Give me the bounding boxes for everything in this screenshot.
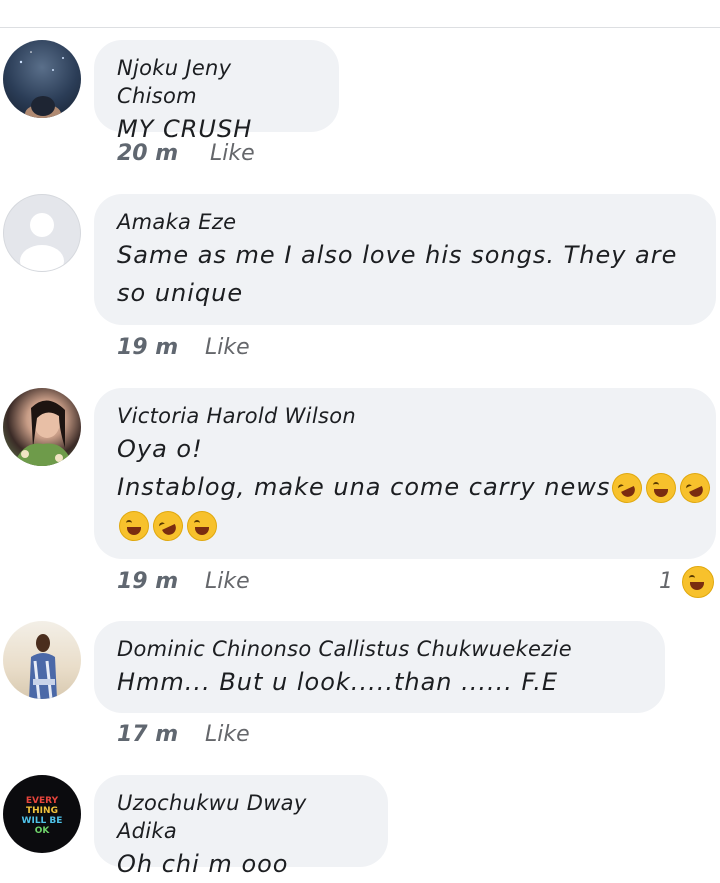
comment-text-line: Same as me I also love his songs. They a… [117, 241, 678, 269]
avatar-text: WILL BE [22, 816, 63, 826]
like-button[interactable]: Like [205, 569, 250, 594]
comment-text-line: Instablog, make una come carry news [117, 468, 716, 508]
joy-emoji-icon [187, 511, 217, 541]
comment-bubble: Njoku Jeny Chisom MY CRUSH [94, 40, 339, 143]
comment-author[interactable]: Dominic Chinonso Callistus Chukwuekezie [117, 635, 642, 663]
joy-emoji-icon [119, 511, 149, 541]
profile-photo-icon [29, 634, 57, 699]
avatar[interactable]: EVERY THING WILL BE OK [3, 775, 81, 853]
avatar[interactable] [3, 388, 81, 466]
profile-photo-icon [19, 51, 64, 118]
comment-text: Oh chi m ooo [117, 850, 289, 878]
avatar-text: THING [26, 806, 58, 816]
comment-bubble: Dominic Chinonso Callistus Chukwuekezie … [94, 621, 665, 713]
profile-photo-icon: EVERY THING WILL BE OK [22, 796, 63, 836]
top-divider [0, 27, 720, 28]
reaction-summary[interactable]: 1 [659, 566, 716, 598]
comment-author[interactable]: Victoria Harold Wilson [117, 402, 693, 430]
avatar[interactable] [3, 40, 81, 118]
comment-text-line: Oya o! [117, 435, 203, 463]
haha-reaction-icon [682, 566, 714, 598]
comment-emoji-line [117, 506, 693, 546]
comment-author[interactable]: Amaka Eze [117, 208, 693, 236]
comment-time[interactable]: 19 m [117, 569, 178, 594]
comment-text-line: so unique [117, 279, 244, 307]
like-button[interactable]: Like [205, 722, 250, 747]
comment-author[interactable]: Uzochukwu Dway Adika [117, 789, 365, 845]
avatar[interactable] [3, 621, 81, 699]
comment-text: Hmm... But u look.....than ...... F.E [117, 668, 559, 696]
comment-time[interactable]: 19 m [117, 335, 178, 360]
avatar-text: EVERY [26, 796, 59, 806]
profile-photo-icon [13, 400, 73, 466]
comment-meta: 19 m Like [117, 569, 250, 594]
avatar[interactable] [3, 194, 81, 272]
comment-meta: 20 m Like [117, 141, 255, 166]
comment-bubble: Victoria Harold Wilson Oya o! Instablog,… [94, 388, 716, 559]
avatar-text: OK [35, 826, 51, 836]
rolling-laughing-emoji-icon [148, 506, 188, 546]
reaction-count: 1 [659, 569, 673, 594]
rolling-laughing-emoji-icon [675, 468, 716, 508]
like-button[interactable]: Like [205, 335, 250, 360]
comment-meta: 19 m Like [117, 335, 250, 360]
comment-meta: 17 m Like [117, 722, 250, 747]
joy-emoji-icon [646, 473, 677, 503]
comment-time[interactable]: 17 m [117, 722, 178, 747]
comment-time[interactable]: 20 m [117, 141, 178, 166]
default-avatar-icon [20, 213, 64, 271]
comment-bubble: Uzochukwu Dway Adika Oh chi m ooo [94, 775, 388, 878]
comment-text-segment: Instablog, make una come carry news [117, 473, 611, 501]
like-button[interactable]: Like [210, 141, 255, 166]
comment-author[interactable]: Njoku Jeny Chisom [117, 54, 316, 110]
comment-bubble: Amaka Eze Same as me I also love his son… [94, 194, 716, 325]
rolling-laughing-emoji-icon [607, 468, 648, 508]
